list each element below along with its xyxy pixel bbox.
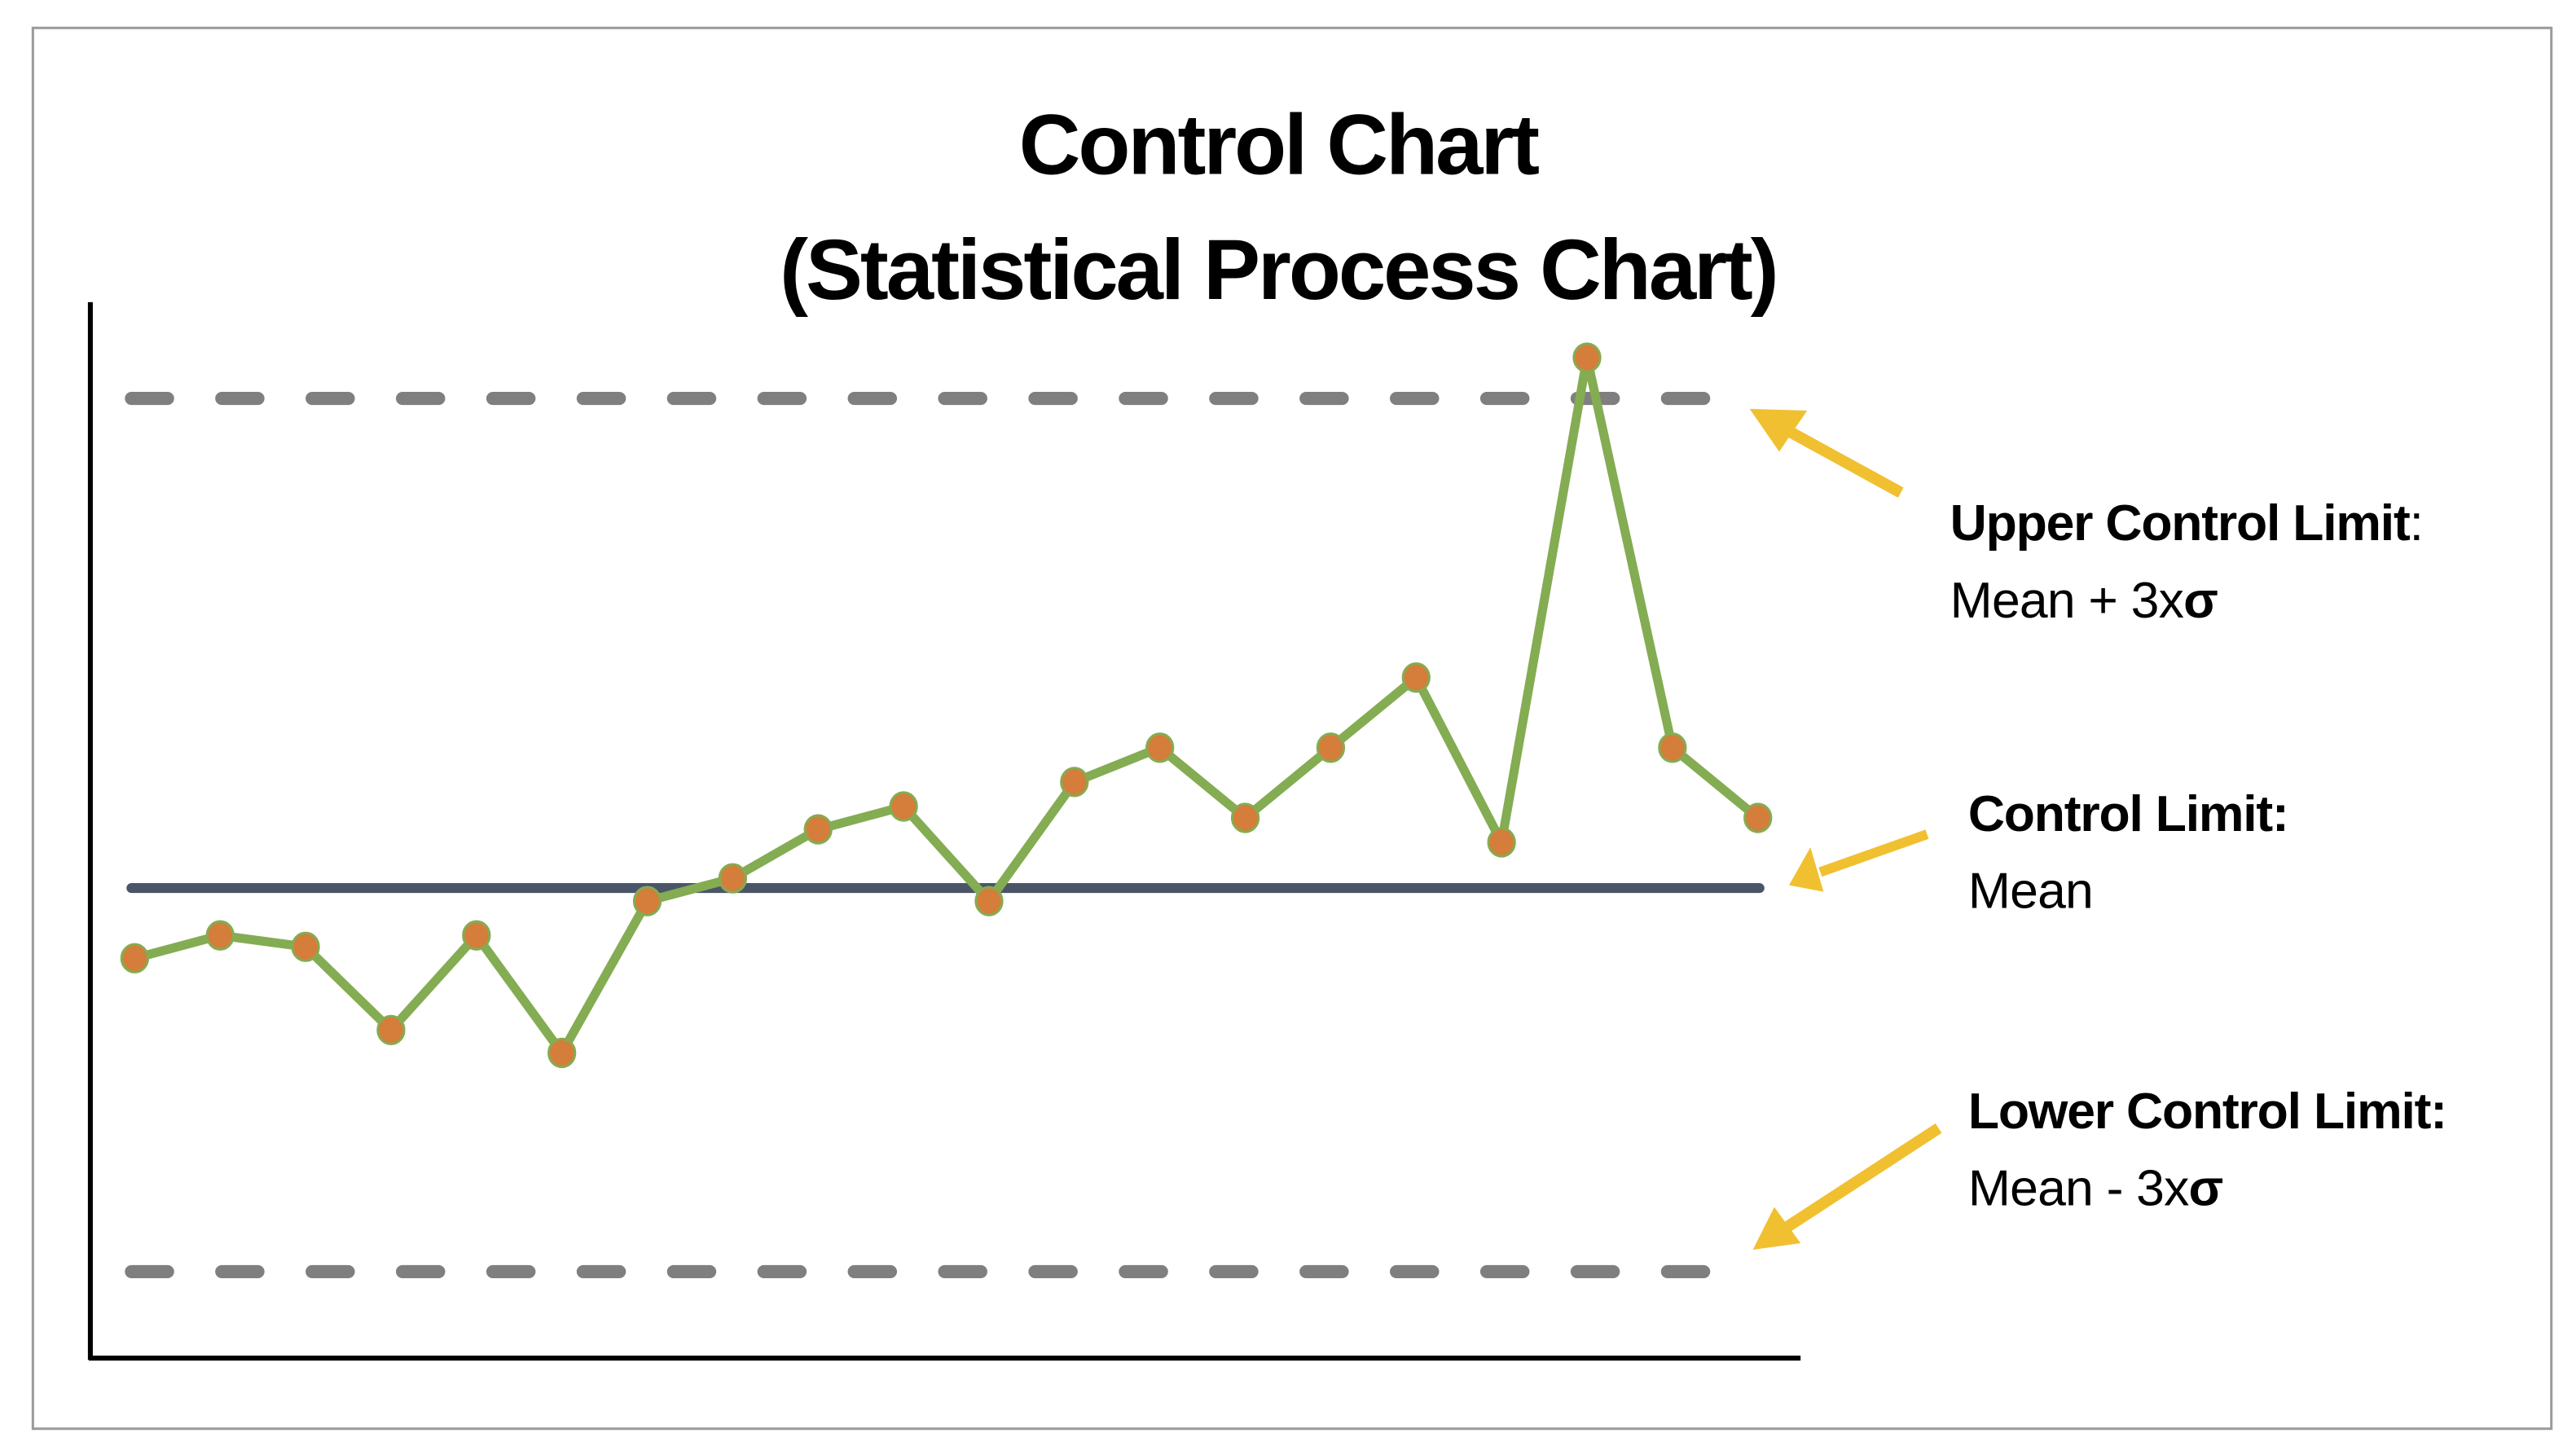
data-point-8 xyxy=(718,863,748,894)
cl-label: Control Limit: xyxy=(1968,785,2288,842)
data-point-2 xyxy=(205,920,235,951)
data-point-14 xyxy=(1230,802,1260,833)
data-point-11 xyxy=(974,886,1004,917)
data-point-15 xyxy=(1316,732,1346,763)
control-chart: Control Chart (Statistical Process Chart… xyxy=(31,26,2553,1431)
data-point-4 xyxy=(376,1014,406,1046)
data-point-17 xyxy=(1487,827,1516,858)
ucl-formula: Mean + 3xσ xyxy=(1950,572,2218,629)
data-point-6 xyxy=(547,1037,577,1069)
data-point-13 xyxy=(1145,732,1175,763)
data-point-12 xyxy=(1060,767,1089,798)
chart-title: Control Chart xyxy=(1019,98,1539,193)
lcl-formula: Mean - 3xσ xyxy=(1968,1160,2223,1217)
data-point-10 xyxy=(889,791,918,822)
data-point-3 xyxy=(291,931,320,962)
data-point-19 xyxy=(1658,732,1687,763)
data-point-1 xyxy=(120,943,150,974)
cl-formula: Mean xyxy=(1968,863,2093,920)
data-point-16 xyxy=(1401,662,1431,693)
data-point-20 xyxy=(1743,802,1773,833)
ucl-label: Upper Control Limit: xyxy=(1950,495,2423,552)
data-point-7 xyxy=(632,886,662,917)
data-point-5 xyxy=(462,920,491,951)
lcl-label: Lower Control Limit: xyxy=(1968,1083,2446,1140)
data-point-18 xyxy=(1572,342,1602,373)
chart-subtitle: (Statistical Process Chart) xyxy=(780,222,1777,318)
data-point-9 xyxy=(803,814,833,845)
